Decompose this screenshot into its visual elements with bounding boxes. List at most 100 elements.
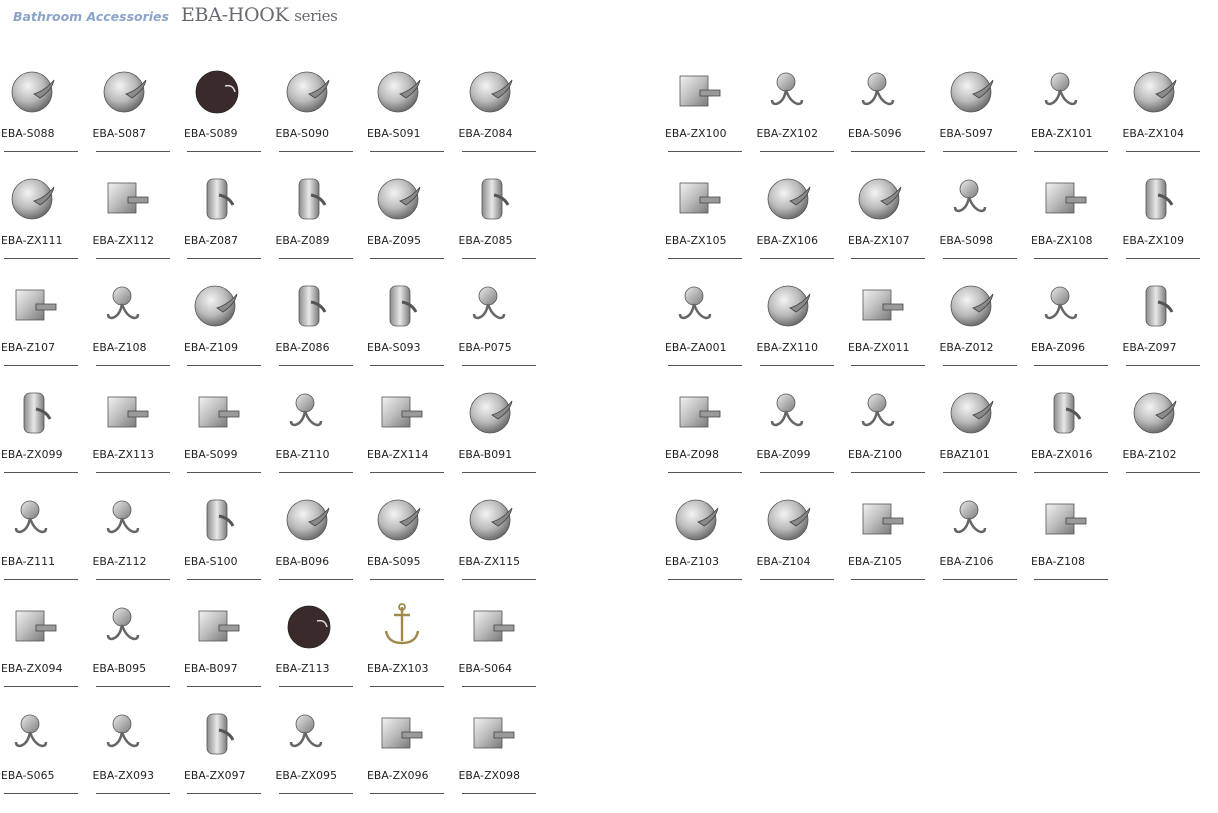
divider-line — [370, 151, 444, 152]
product-item: EBA-ZX100 — [664, 64, 756, 171]
product-item: EBA-ZX099 — [0, 385, 92, 492]
product-code: EBA-Z113 — [275, 662, 330, 675]
catalog-header: Bathroom Accessories EBA-HOOK series — [13, 4, 338, 32]
product-code: EBA-ZX094 — [1, 662, 63, 675]
plate-robe-hook-icon — [189, 494, 251, 546]
product-code: EBA-Z103 — [665, 555, 720, 568]
divider-line — [1034, 151, 1108, 152]
divider-line — [1125, 258, 1200, 259]
product-code: EBA-ZX095 — [275, 769, 338, 782]
divider-line — [759, 258, 834, 259]
divider-line — [278, 472, 353, 473]
product-code: EBA-S096 — [848, 127, 902, 140]
product-item: EBA-ZX101 — [1030, 64, 1122, 171]
plate-robe-hook-icon — [189, 708, 251, 760]
divider-line — [461, 686, 536, 687]
ornate-robe-hook-icon — [372, 66, 434, 118]
wire-robe-hook-icon — [670, 280, 732, 332]
product-code: EBA-Z086 — [275, 341, 330, 354]
product-code: EBA-B095 — [92, 662, 147, 675]
product-item: EBA-Z106 — [939, 492, 1031, 599]
anchor-robe-hook-icon — [372, 601, 434, 653]
product-code: EBA-Z087 — [184, 234, 239, 247]
product-item: EBA-Z097 — [1122, 278, 1214, 385]
product-item: EBA-S100 — [183, 492, 275, 599]
product-code: EBA-Z096 — [1031, 341, 1086, 354]
product-item: EBA-B096 — [275, 492, 367, 599]
product-item: EBA-ZX114 — [366, 385, 458, 492]
divider-line — [851, 579, 925, 580]
divider-line — [668, 579, 742, 580]
product-item: EBA-Z112 — [92, 492, 184, 599]
divider-line — [278, 365, 353, 366]
wire-robe-hook-icon — [98, 494, 160, 546]
product-code: EBA-Z110 — [275, 448, 330, 461]
divider-line — [668, 151, 742, 152]
divider-line — [1125, 151, 1200, 152]
product-code: EBA-ZX097 — [184, 769, 246, 782]
product-item: EBA-ZX104 — [1122, 64, 1214, 171]
product-item: EBA-S089 — [183, 64, 275, 171]
square-robe-hook-icon — [372, 387, 434, 439]
double-robe-hook-icon — [945, 494, 1007, 546]
divider-line — [851, 151, 925, 152]
product-code: EBA-Z084 — [458, 127, 513, 140]
product-item: EBA-ZX105 — [664, 171, 756, 278]
plate-robe-hook-icon — [6, 387, 68, 439]
divider-line — [4, 258, 78, 259]
product-code: EBA-ZX105 — [665, 234, 727, 247]
divider-line — [370, 686, 444, 687]
cylinder-robe-hook-icon — [372, 280, 434, 332]
divider-line — [1034, 579, 1108, 580]
divider-line — [370, 258, 444, 259]
divider-line — [942, 472, 1017, 473]
square-robe-hook-icon — [6, 601, 68, 653]
round-robe-hook-icon — [98, 66, 160, 118]
divider-line — [1125, 365, 1200, 366]
product-item: EBA-Z089 — [275, 171, 367, 278]
round-robe-hook-icon — [762, 280, 824, 332]
divider-line — [942, 579, 1017, 580]
double-robe-hook-icon — [281, 708, 343, 760]
product-code: EBA-ZX114 — [367, 448, 429, 461]
divider-line — [4, 686, 78, 687]
product-item: EBA-B091 — [458, 385, 550, 492]
product-item: EBA-Z109 — [183, 278, 275, 385]
product-item: EBA-Z099 — [756, 385, 848, 492]
divider-line — [370, 793, 444, 794]
product-item: EBA-Z086 — [275, 278, 367, 385]
divider-line — [851, 365, 925, 366]
double-robe-hook-icon — [98, 601, 160, 653]
divider-line — [461, 793, 536, 794]
product-code: EBA-S064 — [458, 662, 513, 675]
product-code: EBA-Z095 — [367, 234, 422, 247]
divider-line — [95, 793, 170, 794]
plate-robe-hook-icon — [1128, 280, 1190, 332]
square-robe-hook-icon — [98, 387, 160, 439]
product-code: EBA-S099 — [184, 448, 238, 461]
product-item: EBA-S091 — [366, 64, 458, 171]
product-code: EBA-ZX103 — [367, 662, 429, 675]
divider-line — [370, 579, 444, 580]
round-robe-hook-icon — [464, 66, 526, 118]
product-code: EBA-ZX011 — [848, 341, 910, 354]
product-code: EBA-ZX106 — [756, 234, 819, 247]
product-item: EBA-ZX112 — [92, 171, 184, 278]
product-code: EBA-S091 — [367, 127, 421, 140]
round-robe-hook-icon — [762, 173, 824, 225]
ornate-robe-hook-icon — [464, 280, 526, 332]
square-robe-hook-icon — [189, 387, 251, 439]
divider-line — [759, 151, 834, 152]
round-robe-hook-icon — [281, 494, 343, 546]
product-item: EBA-ZX102 — [756, 64, 848, 171]
divider-line — [370, 365, 444, 366]
product-code: EBA-Z107 — [1, 341, 56, 354]
divider-line — [4, 793, 78, 794]
product-item: EBA-S065 — [0, 706, 92, 813]
product-item: EBA-S093 — [366, 278, 458, 385]
divider-line — [461, 365, 536, 366]
product-item: EBA-Z113 — [275, 599, 367, 706]
plate-robe-hook-icon — [189, 173, 251, 225]
square-robe-hook-icon — [189, 601, 251, 653]
round-robe-hook-icon — [464, 387, 526, 439]
